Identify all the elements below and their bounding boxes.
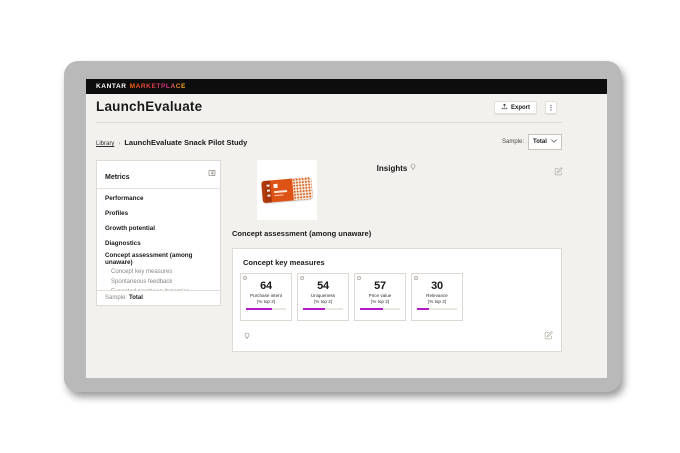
breadcrumb-separator: › [118, 141, 121, 147]
kebab-icon: ⋮ [547, 104, 555, 112]
upload-icon [501, 103, 508, 112]
metric-label: Price value (% top 2) [368, 293, 392, 304]
page: KANTAR MARKETPLACE LaunchEvaluate Export… [0, 0, 680, 453]
sidebar-item-diagnostics[interactable]: Diagnostics [97, 237, 220, 252]
lightbulb-icon [409, 163, 417, 173]
metric-label: Uniqueness (% top 2) [310, 293, 336, 304]
metric-progress-track [360, 307, 400, 311]
sidebar-item-concept-assessment[interactable]: Concept assessment (among unaware) [97, 252, 220, 267]
sidebar-subitem-concept-key-measures[interactable]: Concept key measures [97, 267, 220, 277]
metric-progress-track [246, 307, 286, 311]
sample-dropdown-value: Total [533, 139, 547, 145]
sidebar-subitem-spontaneous-feedback[interactable]: Spontaneous feedback [97, 277, 220, 287]
sample-dropdown[interactable]: Total [528, 134, 562, 150]
topbar: KANTAR MARKETPLACE [86, 79, 607, 94]
metric-tile-purchase-intent[interactable]: 64 Purchase intent (% top 2) [240, 273, 292, 321]
card-lightbulb-icon[interactable] [243, 327, 251, 345]
collapse-panel-icon[interactable] [208, 164, 216, 176]
app-screen: KANTAR MARKETPLACE LaunchEvaluate Export… [86, 79, 607, 378]
metric-tile-uniqueness[interactable]: 54 Uniqueness (% top 2) [297, 273, 349, 321]
metric-label: Purchase intent (% top 2) [250, 293, 282, 304]
snack-bar-illustration [261, 176, 313, 204]
chevron-down-icon [551, 139, 557, 145]
circle-indicator-icon [300, 276, 304, 280]
marketplace-logo: MARKETPLACE [129, 83, 186, 90]
metric-value: 54 [317, 280, 329, 292]
section-heading: Concept assessment (among unaware) [232, 229, 372, 238]
insights-heading-label: Insights [376, 163, 408, 173]
metric-progress-fill [246, 307, 272, 311]
sidebar-item-performance[interactable]: Performance [97, 192, 220, 207]
metric-tile-price-value[interactable]: 57 Price value (% top 2) [354, 273, 406, 321]
kantar-logo: KANTAR [96, 83, 127, 90]
metric-tiles: 64 Purchase intent (% top 2) 54 Uniquene… [240, 273, 463, 321]
card-edit-icon[interactable] [544, 327, 553, 345]
breadcrumb-library-link[interactable]: Library [96, 141, 114, 147]
metric-value: 30 [431, 280, 443, 292]
metric-value: 64 [260, 280, 272, 292]
circle-indicator-icon [414, 276, 418, 280]
sample-selector: Sample: Total [502, 134, 562, 150]
metric-label: Relevance (% top 2) [426, 293, 448, 304]
breadcrumb: Library › LaunchEvaluate Snack Pilot Stu… [96, 138, 247, 147]
metric-progress-fill [303, 307, 325, 311]
kebab-menu-button[interactable]: ⋮ [545, 101, 557, 114]
sidebar-title: Metrics [105, 174, 130, 181]
breadcrumb-current-study: LaunchEvaluate Snack Pilot Study [124, 138, 248, 147]
circle-indicator-icon [357, 276, 361, 280]
app-window-frame: KANTAR MARKETPLACE LaunchEvaluate Export… [64, 61, 621, 392]
metric-progress-fill [360, 307, 383, 311]
export-button[interactable]: Export [493, 101, 537, 114]
metrics-sidebar: Metrics Performance Profiles Growth pote… [96, 160, 221, 302]
metric-value: 57 [374, 280, 386, 292]
metric-progress-fill [417, 307, 429, 311]
export-button-label: Export [510, 104, 530, 111]
sidebar-sample-box: Sample: Total [96, 290, 221, 306]
sidebar-sample-value: Total [129, 295, 143, 301]
metric-progress-track [303, 307, 343, 311]
sidebar-item-profiles[interactable]: Profiles [97, 207, 220, 222]
sidebar-sample-label: Sample: [105, 295, 128, 301]
circle-indicator-icon [243, 276, 247, 280]
page-title: LaunchEvaluate [96, 99, 203, 114]
sidebar-header: Metrics [97, 161, 220, 188]
insights-heading: Insights [232, 163, 562, 173]
insights-edit-icon[interactable] [554, 163, 563, 181]
sidebar-items: Performance Profiles Growth potential Di… [97, 189, 220, 301]
sample-selector-label: Sample: [501, 139, 524, 145]
concept-key-measures-card: Concept key measures 64 Purchase intent … [232, 248, 562, 352]
metric-progress-track [417, 307, 457, 311]
sidebar-item-growth-potential[interactable]: Growth potential [97, 222, 220, 237]
card-heading: Concept key measures [243, 258, 325, 267]
header-divider [96, 122, 562, 123]
metric-tile-relevance[interactable]: 30 Relevance (% top 2) [411, 273, 463, 321]
